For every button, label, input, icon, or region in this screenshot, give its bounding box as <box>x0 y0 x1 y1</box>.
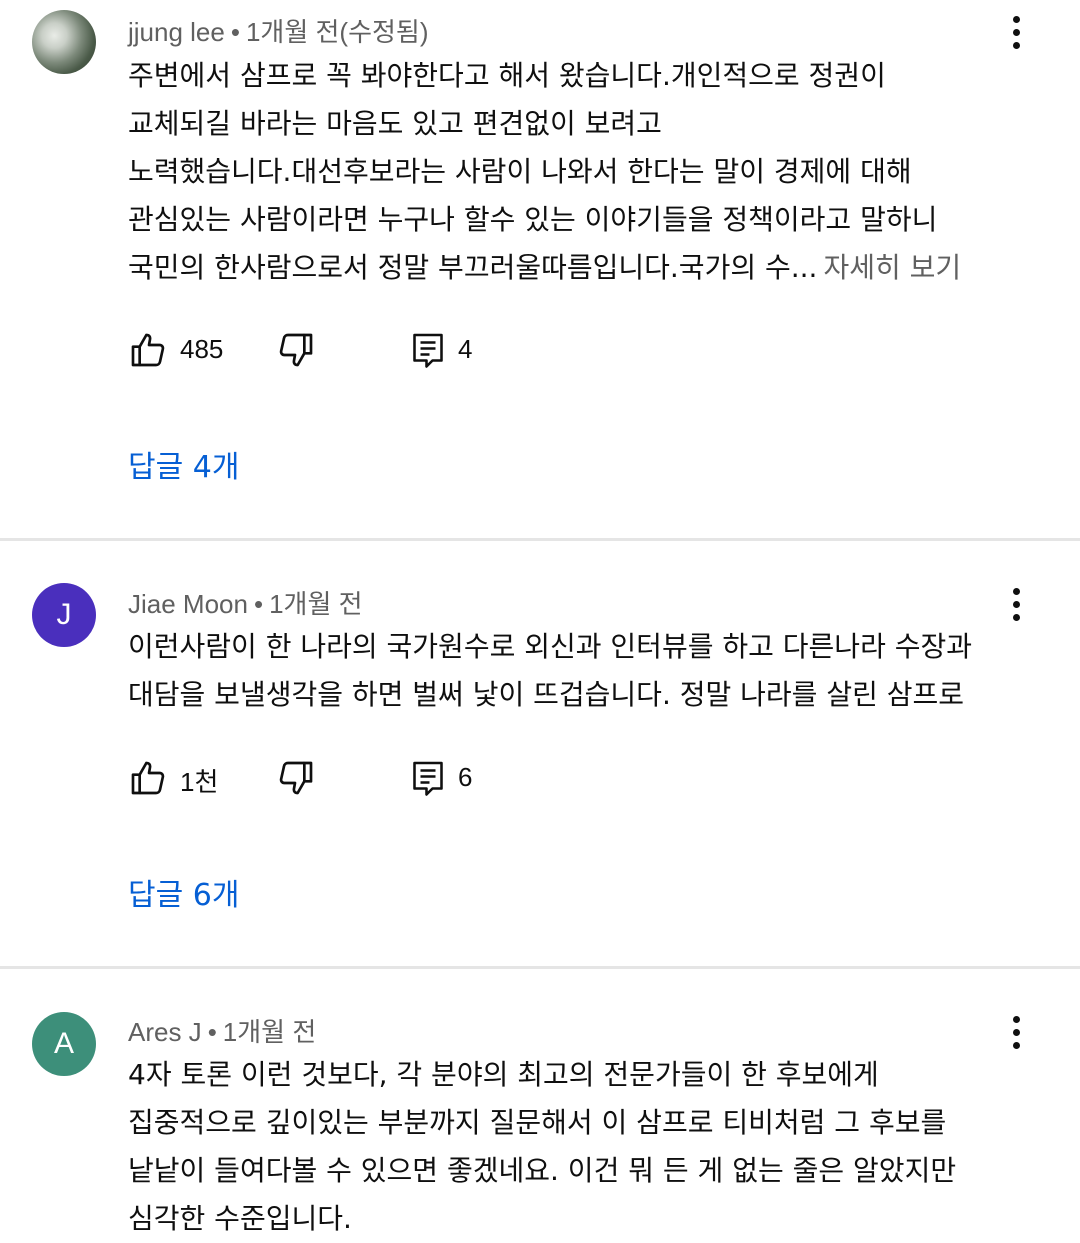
comment-time: 1개월 전 <box>222 1017 317 1047</box>
author-name[interactable]: Jiae Moon <box>128 589 248 619</box>
more-vert-icon[interactable] <box>1002 584 1030 624</box>
comment-meta: Ares J • 1개월 전 <box>128 1012 316 1049</box>
comment-icon[interactable] <box>410 330 446 370</box>
more-vert-icon[interactable] <box>1002 1012 1030 1052</box>
comment-actions: 485 4 <box>128 330 528 374</box>
comment-item: jjung lee • 1개월 전(수정됨) 주변에서 삼프로 꼭 봐야한다고 해서… <box>0 0 1080 538</box>
comment-time: 1개월 전(수정됨) <box>245 17 429 47</box>
comment-meta: jjung lee • 1개월 전(수정됨) <box>128 12 429 49</box>
thumb-up-icon[interactable] <box>128 758 168 798</box>
reply-count: 4 <box>458 334 473 364</box>
comment-text: 주변에서 삼프로 꼭 봐야한다고 해서 왔습니다.개인적으로 정권이 교체되길 … <box>128 52 1028 292</box>
avatar[interactable]: J <box>32 583 96 647</box>
comment-text: 이런사람이 한 나라의 국가원수로 외신과 인터뷰를 하고 다른나라 수장과 대… <box>128 623 1028 719</box>
replies-button[interactable]: 답글 4개 <box>128 442 239 486</box>
thumb-down-icon[interactable] <box>276 758 316 798</box>
avatar[interactable] <box>32 10 96 74</box>
author-name[interactable]: Ares J <box>128 1017 202 1047</box>
thumb-down-icon[interactable] <box>276 330 316 370</box>
comment-body: 주변에서 삼프로 꼭 봐야한다고 해서 왔습니다.개인적으로 정권이 교체되길 … <box>128 59 938 284</box>
like-count: 1천 <box>180 767 219 797</box>
comment-item: A Ares J • 1개월 전 4자 토론 이런 것보다, 각 분야의 최고의 전… <box>0 969 1080 1238</box>
comment-icon[interactable] <box>410 758 446 798</box>
comment-meta: Jiae Moon • 1개월 전 <box>128 584 363 621</box>
like-count: 485 <box>180 334 224 364</box>
comment-actions: 1천 6 <box>128 758 528 802</box>
comment-time: 1개월 전 <box>269 589 363 619</box>
reply-count: 6 <box>458 762 473 792</box>
replies-button[interactable]: 답글 6개 <box>128 870 239 914</box>
comment-text: 4자 토론 이런 것보다, 각 분야의 최고의 전문가들이 한 후보에게 집중적… <box>128 1051 1028 1243</box>
comment-body: 4자 토론 이런 것보다, 각 분야의 최고의 전문가들이 한 후보에게 집중적… <box>128 1058 957 1235</box>
author-name[interactable]: jjung lee <box>128 17 225 47</box>
meta-separator: • <box>253 589 264 619</box>
thumb-up-icon[interactable] <box>128 330 168 370</box>
meta-separator: • <box>230 17 240 47</box>
avatar-letter: J <box>56 598 72 631</box>
more-vert-icon[interactable] <box>1002 12 1030 52</box>
comment-item: J Jiae Moon • 1개월 전 이런사람이 한 나라의 국가원수로 외신과 … <box>0 541 1080 966</box>
avatar[interactable]: A <box>32 1012 96 1076</box>
comment-body: 이런사람이 한 나라의 국가원수로 외신과 인터뷰를 하고 다른나라 수장과 대… <box>128 630 973 711</box>
meta-separator: • <box>207 1017 217 1047</box>
avatar-letter: A <box>53 1027 74 1060</box>
read-more-link[interactable]: 자세히 보기 <box>823 251 961 284</box>
